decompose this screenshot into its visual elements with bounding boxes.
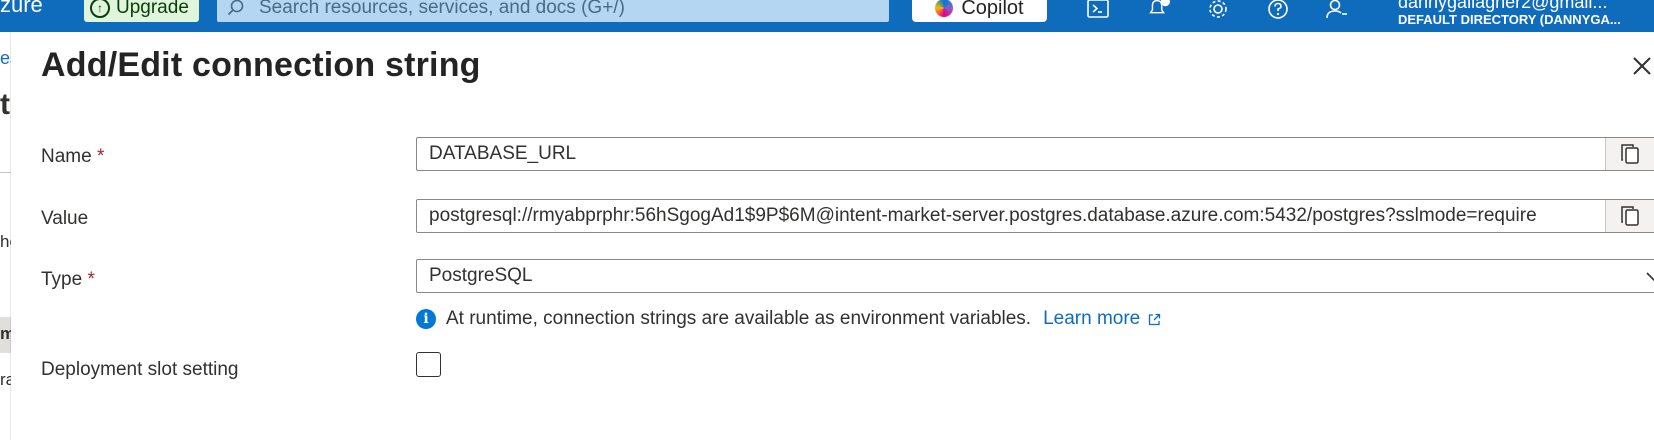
- gear-icon[interactable]: [1206, 0, 1230, 22]
- external-link-icon: [1149, 313, 1161, 325]
- account-menu[interactable]: dannygallagher2@gmail... DEFAULT DIRECTO…: [1398, 0, 1654, 27]
- info-message: i At runtime, connection strings are ava…: [416, 308, 1161, 330]
- search-placeholder: Search resources, services, and docs (G+…: [259, 0, 625, 18]
- feedback-icon[interactable]: [1325, 0, 1349, 22]
- help-icon[interactable]: [1266, 0, 1290, 22]
- learn-more-link[interactable]: Learn more: [1043, 308, 1161, 330]
- account-directory: DEFAULT DIRECTORY (DANNYGA...: [1398, 12, 1621, 27]
- upgrade-button[interactable]: ↑ Upgrade: [84, 0, 199, 22]
- panel-title: Add/Edit connection string: [41, 46, 481, 84]
- info-text: At runtime, connection strings are avail…: [446, 308, 1032, 329]
- copy-icon: [1621, 206, 1639, 226]
- name-field[interactable]: DATABASE_URL: [416, 137, 1654, 171]
- azure-brand[interactable]: zure: [0, 0, 43, 18]
- chevron-down-icon: [1646, 272, 1654, 282]
- value-text: postgresql://rmyabprphr:56hSgogAd1$9P$6M…: [429, 205, 1537, 226]
- type-dropdown[interactable]: PostgreSQL: [416, 259, 1654, 293]
- copilot-icon: [935, 0, 954, 17]
- name-value: DATABASE_URL: [429, 143, 577, 164]
- type-label: Type *: [41, 269, 95, 291]
- connection-string-panel: Add/Edit connection string Name * DATABA…: [11, 32, 1654, 440]
- cloud-shell-icon[interactable]: [1086, 0, 1110, 22]
- slot-setting-label: Deployment slot setting: [41, 359, 239, 380]
- info-icon: i: [416, 309, 436, 329]
- copy-value-button[interactable]: [1605, 200, 1654, 232]
- learn-more-text: Learn more: [1043, 308, 1141, 329]
- slot-setting-checkbox[interactable]: [416, 352, 441, 377]
- top-bar: zure ↑ Upgrade Search resources, service…: [0, 0, 1654, 32]
- copilot-label: Copilot: [961, 0, 1024, 19]
- close-icon[interactable]: [1630, 54, 1654, 78]
- type-label-text: Type: [41, 269, 83, 290]
- upgrade-icon: ↑: [90, 0, 110, 18]
- required-marker: *: [96, 146, 105, 167]
- required-marker: *: [87, 269, 95, 290]
- value-label: Value: [41, 208, 89, 229]
- copilot-button[interactable]: Copilot: [912, 0, 1047, 22]
- search-input[interactable]: Search resources, services, and docs (G+…: [217, 0, 889, 22]
- copy-name-button[interactable]: [1605, 138, 1654, 170]
- copy-icon: [1621, 144, 1639, 164]
- name-label: Name *: [41, 146, 104, 168]
- search-icon: [227, 0, 244, 16]
- name-label-text: Name: [41, 146, 92, 167]
- upgrade-label: Upgrade: [116, 0, 189, 18]
- notifications-icon[interactable]: [1146, 0, 1170, 22]
- type-value: PostgreSQL: [429, 265, 533, 286]
- value-field[interactable]: postgresql://rmyabprphr:56hSgogAd1$9P$6M…: [416, 199, 1654, 233]
